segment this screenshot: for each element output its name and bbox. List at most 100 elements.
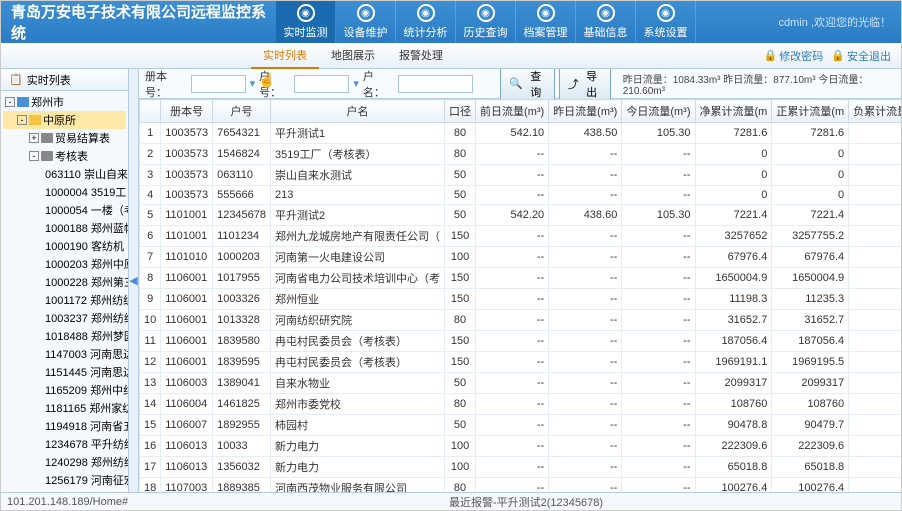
- sidebar-tab[interactable]: 📋 实时列表: [1, 69, 128, 91]
- table-row[interactable]: 611010011101234郑州九龙城房地产有限责任公司（150------3…: [140, 226, 902, 247]
- tree-node[interactable]: 1018488 郑州梦园: [3, 327, 126, 345]
- col-header[interactable]: 户号: [213, 100, 271, 123]
- table-row[interactable]: 1511060071892955柿园村50------90478.890479.…: [140, 415, 902, 436]
- col-header[interactable]: 昨日流量(m³): [549, 100, 622, 123]
- table-row[interactable]: 1811070031889385河南西茂物业服务有限公司80------1002…: [140, 478, 902, 493]
- list-icon: 📋: [9, 73, 23, 86]
- tree-node[interactable]: 1000004 3519工: [3, 183, 126, 201]
- app-title: 青岛万安电子技术有限公司远程监控系统: [1, 1, 276, 43]
- tree-node[interactable]: 1000190 客纺机: [3, 237, 126, 255]
- tree-node[interactable]: 1165209 郑州中纪: [3, 381, 126, 399]
- tree-node[interactable]: +贸易结算表: [3, 129, 126, 147]
- tree-node[interactable]: 1000054 一楼（考: [3, 201, 126, 219]
- expand-icon[interactable]: -: [17, 115, 27, 125]
- data-grid: 册本号户号户名口径前日流量(m³)昨日流量(m³)今日流量(m³)净累计流量(m…: [139, 99, 901, 492]
- nav-5[interactable]: ◉基础信息: [576, 1, 636, 43]
- subnav-0[interactable]: 实时列表: [251, 43, 319, 69]
- subnav-2[interactable]: 报警处理: [387, 43, 455, 69]
- table-row[interactable]: 4100357355566621350------0000: [140, 186, 902, 205]
- nav-6[interactable]: ◉系统设置: [636, 1, 696, 43]
- name-input[interactable]: [398, 75, 473, 93]
- table-row[interactable]: 2100357315468243519工厂（考核表）80------000: [140, 144, 902, 165]
- tree-node[interactable]: -中原所: [3, 111, 126, 129]
- table-row[interactable]: 16110601310033新力电力100------222309.622230…: [140, 436, 902, 457]
- collapse-sidebar[interactable]: ◀: [129, 69, 139, 492]
- main-nav: ◉实时监测◉设备维护◉统计分析◉历史查询◉档案管理◉基础信息◉系统设置: [276, 1, 696, 43]
- nav-icon: ◉: [597, 4, 615, 22]
- expand-icon[interactable]: -: [29, 151, 39, 161]
- change-password[interactable]: 🔒修改密码: [764, 48, 824, 64]
- table-row[interactable]: 811060011017955河南省电力公司技术培训中心（考150------1…: [140, 268, 902, 289]
- doc-icon: [41, 133, 53, 143]
- nav-icon: ◉: [417, 4, 435, 22]
- table-row[interactable]: 1111060011839580冉屯村民委员会（考核表）150------187…: [140, 331, 902, 352]
- table-row[interactable]: 31003573063110崇山自来水测试50------00002015-12…: [140, 165, 902, 186]
- export-icon: ⤴: [568, 76, 579, 92]
- account-input[interactable]: [294, 75, 349, 93]
- table-row[interactable]: 110035737654321平升测试180542.10438.50105.30…: [140, 123, 902, 144]
- nav-0[interactable]: ◉实时监测: [276, 1, 336, 43]
- col-header[interactable]: 户名: [271, 100, 445, 123]
- col-header[interactable]: 净累计流量(m: [695, 100, 772, 123]
- export-button[interactable]: ⤴导出: [559, 69, 611, 103]
- table-row[interactable]: 5110100112345678平升测试250542.20438.60105.3…: [140, 205, 902, 226]
- tree-node[interactable]: 1234678 平升纺织: [3, 435, 126, 453]
- book-input[interactable]: [191, 75, 246, 93]
- nav-icon: ◉: [537, 4, 555, 22]
- nav-icon: ◉: [477, 4, 495, 22]
- status-alarm: 最近报警-平升测试2(12345678): [157, 494, 895, 510]
- table-row[interactable]: 911060011003326郑州恒业150------11198.311235…: [140, 289, 902, 310]
- expand-icon[interactable]: -: [5, 97, 15, 107]
- nav-4[interactable]: ◉档案管理: [516, 1, 576, 43]
- tree-node[interactable]: 1256179 河南征宏: [3, 471, 126, 489]
- toolbar: 册本号： ▾ 户号： ▾ 户名： 🔍查询 ⤴导出 昨日流量：1084.33m³ …: [139, 69, 901, 99]
- tree-node[interactable]: -郑州市: [3, 93, 126, 111]
- tree-node[interactable]: 1240298 郑州纺织: [3, 453, 126, 471]
- tree-node[interactable]: 1001172 郑州纺织: [3, 291, 126, 309]
- col-header[interactable]: 负累计流量(m: [849, 100, 901, 123]
- table-row[interactable]: 711010101000203河南第一火电建设公司100------67976.…: [140, 247, 902, 268]
- col-header[interactable]: 册本号: [161, 100, 213, 123]
- nav-2[interactable]: ◉统计分析: [396, 1, 456, 43]
- doc-icon: [41, 151, 53, 161]
- table-row[interactable]: 1011060011013328河南纺织研究院80------31652.731…: [140, 310, 902, 331]
- tree-node[interactable]: 1003237 郑州纺织: [3, 309, 126, 327]
- city-icon: [17, 97, 29, 107]
- table-row[interactable]: 1211060011839595冉屯村民委员会（考核表）150------196…: [140, 352, 902, 373]
- col-header[interactable]: 今日流量(m³): [622, 100, 695, 123]
- nav-1[interactable]: ◉设备维护: [336, 1, 396, 43]
- nav-icon: ◉: [657, 4, 675, 22]
- tree-node[interactable]: 063110 崇山自来水: [3, 165, 126, 183]
- app-header: 青岛万安电子技术有限公司远程监控系统 ◉实时监测◉设备维护◉统计分析◉历史查询◉…: [1, 1, 901, 43]
- table-row[interactable]: 1411060041461825郑州市委党校80------1087601087…: [140, 394, 902, 415]
- tree-node[interactable]: 1181165 郑州家纺: [3, 399, 126, 417]
- nav-icon: ◉: [357, 4, 375, 22]
- col-header[interactable]: [140, 100, 161, 123]
- logout[interactable]: 🔒安全退出: [831, 48, 891, 64]
- table-row[interactable]: 1711060131356032新力电力100------65018.86501…: [140, 457, 902, 478]
- lock-icon: 🔒: [764, 49, 778, 62]
- col-header[interactable]: 正累计流量(m: [772, 100, 849, 123]
- subnav-1[interactable]: 地图展示: [319, 43, 387, 69]
- col-header[interactable]: 前日流量(m³): [476, 100, 549, 123]
- nav-icon: ◉: [297, 4, 315, 22]
- user-welcome: cdmin ,欢迎您的光临！: [779, 14, 901, 30]
- tree-node[interactable]: 1194918 河南省五: [3, 417, 126, 435]
- expand-icon[interactable]: +: [29, 133, 39, 143]
- status-bar: 101.201.148.189/Home# 最近报警-平升测试2(1234567…: [1, 492, 901, 510]
- table-row[interactable]: 1311060031389041自来水物业50------20993172099…: [140, 373, 902, 394]
- sidebar: 📋 实时列表 -郑州市-中原所+贸易结算表-考核表063110 崇山自来水100…: [1, 69, 129, 492]
- tree-node[interactable]: 1000228 郑州第三: [3, 273, 126, 291]
- tree-node[interactable]: -考核表: [3, 147, 126, 165]
- search-icon: 🔍: [509, 77, 523, 90]
- tree-node[interactable]: 1000203 郑州中原: [3, 255, 126, 273]
- flow-summary: 昨日流量：1084.33m³ 昨日流量：877.10m³ 今日流量：210.60…: [623, 71, 895, 97]
- sub-nav: 实时列表地图展示报警处理 ☝ 🔒修改密码🔒安全退出: [1, 43, 901, 69]
- search-button[interactable]: 🔍查询: [500, 69, 555, 103]
- tree-node[interactable]: 1151445 河南思达: [3, 363, 126, 381]
- col-header[interactable]: 口径: [445, 100, 476, 123]
- nav-3[interactable]: ◉历史查询: [456, 1, 516, 43]
- status-url: 101.201.148.189/Home#: [7, 496, 157, 508]
- tree-node[interactable]: 1000188 郑州蓝帕: [3, 219, 126, 237]
- tree-node[interactable]: 1147003 河南思达: [3, 345, 126, 363]
